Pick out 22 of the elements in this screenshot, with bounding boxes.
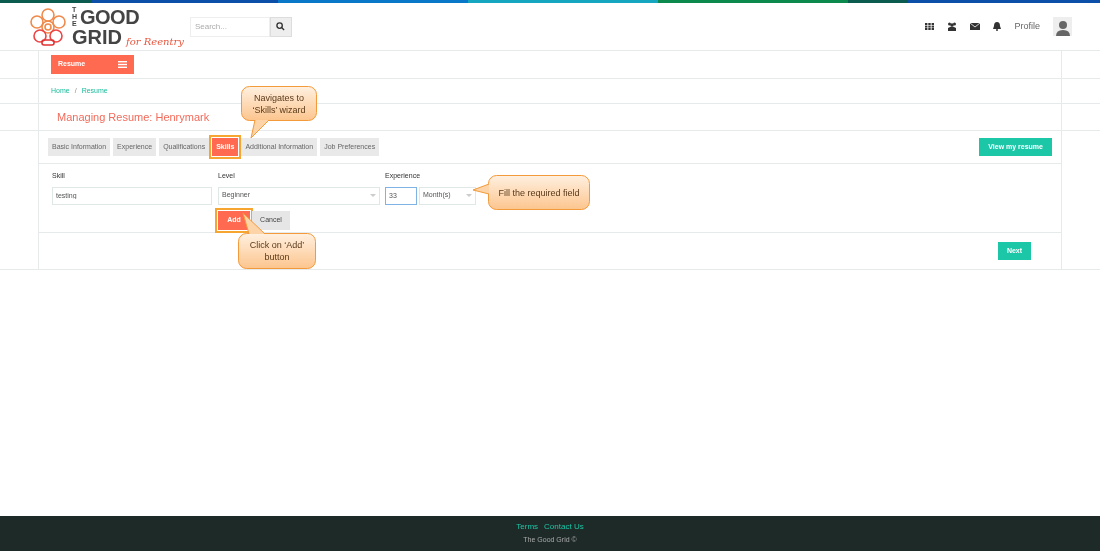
page-title: Managing Resume: Henrymark xyxy=(57,109,210,125)
avatar-icon[interactable] xyxy=(1053,17,1072,36)
caret-icon xyxy=(370,194,376,197)
bell-icon[interactable] xyxy=(993,22,1002,31)
caret-icon xyxy=(466,194,472,197)
mail-icon[interactable] xyxy=(970,23,981,30)
logo-text: GRID xyxy=(72,27,122,47)
profile-link[interactable]: Profile xyxy=(1014,19,1040,34)
footer-link[interactable]: Contact Us xyxy=(544,521,584,534)
callout-text: Fill the required field xyxy=(497,186,581,199)
search-field[interactable]: Search... xyxy=(189,16,270,37)
grid-icon[interactable] xyxy=(925,23,935,30)
callout-text: Navigates to ‘Skills’ wizard xyxy=(251,91,307,116)
search-button[interactable] xyxy=(269,16,292,37)
footer-link[interactable]: Terms xyxy=(516,521,539,534)
users-icon[interactable] xyxy=(947,22,958,31)
logo-text: GOOD xyxy=(80,7,140,27)
flower-logo-icon xyxy=(28,6,68,47)
callout-text: Click on ‘Add’ button xyxy=(248,239,306,263)
logo-tagline: for Reentry xyxy=(126,37,184,47)
menu-icon xyxy=(118,61,127,68)
search-icon xyxy=(276,22,286,31)
